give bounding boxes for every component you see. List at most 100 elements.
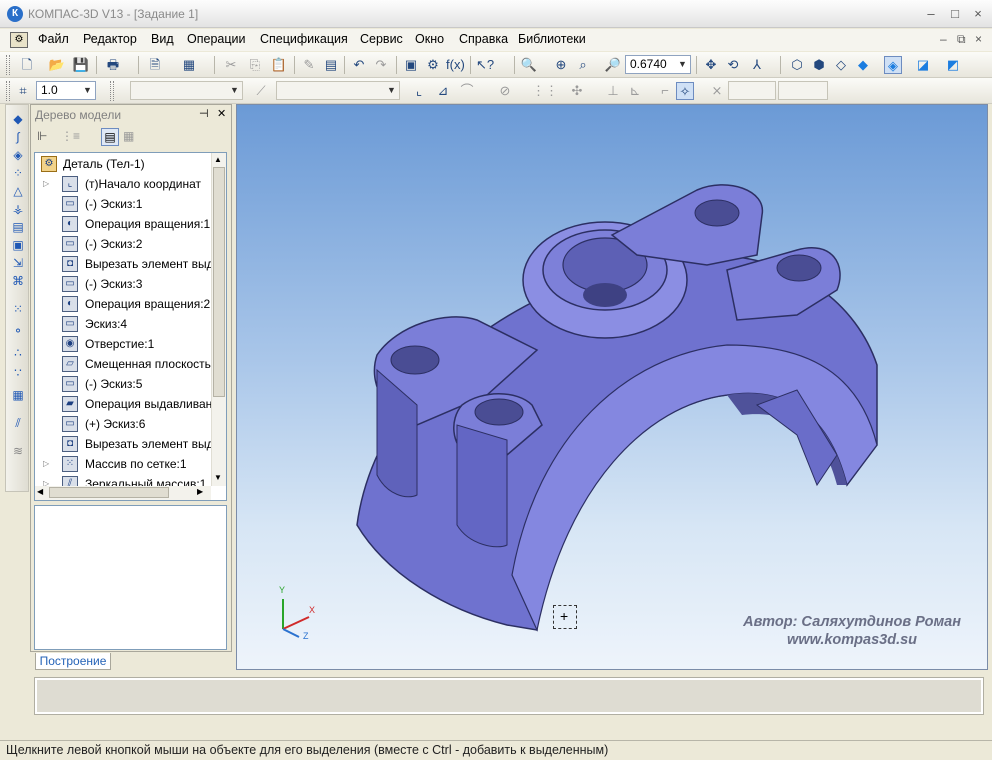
- style-icon[interactable]: ⟋: [252, 82, 270, 100]
- grid-icon[interactable]: ⋮⋮: [532, 82, 558, 100]
- tree-sort-icon[interactable]: ⋮≡: [61, 129, 80, 143]
- tree-item[interactable]: ▷ ⁙ Массив по сетке:1: [35, 454, 215, 474]
- shaded-edges-icon[interactable]: ◈: [884, 56, 902, 74]
- reports-icon[interactable]: ⇲: [9, 255, 27, 271]
- arrays-icon[interactable]: ⁘: [9, 165, 27, 181]
- sheet-metal-icon[interactable]: ⌘: [9, 273, 27, 289]
- snap-icon[interactable]: ⊿: [434, 82, 452, 100]
- ortho-icon[interactable]: ⊥: [604, 82, 622, 100]
- style-combo[interactable]: ▼: [276, 81, 400, 100]
- tree-item[interactable]: ▭ (-) Эскиз:5: [35, 374, 215, 394]
- mirror-icon[interactable]: ⫽: [9, 415, 27, 431]
- tree-item[interactable]: ▭ (+) Эскиз:6: [35, 414, 215, 434]
- close-panel-icon[interactable]: ✕: [217, 107, 226, 120]
- coord-x-field[interactable]: [728, 81, 776, 100]
- tree-item[interactable]: ◐ Операция вращения:2: [35, 294, 215, 314]
- new-file-icon[interactable]: 🗋: [18, 56, 36, 74]
- paste-icon[interactable]: 📋: [270, 56, 288, 74]
- undo-icon[interactable]: ↶: [350, 56, 368, 74]
- tree-view-icon[interactable]: ▤: [101, 128, 119, 146]
- document-icon[interactable]: ⚙: [10, 32, 28, 48]
- copy-icon[interactable]: ⎘: [246, 56, 264, 74]
- minimize-button[interactable]: –: [920, 4, 942, 24]
- filters-icon[interactable]: ▤: [9, 219, 27, 235]
- print-icon[interactable]: 🖶: [104, 56, 122, 74]
- snap-grid-icon[interactable]: ✣: [568, 82, 586, 100]
- surfaces-icon[interactable]: ◈: [9, 147, 27, 163]
- zoom-fit-icon[interactable]: ⌕: [574, 56, 592, 74]
- tree-root[interactable]: ⚙ Деталь (Тел-1): [35, 154, 215, 174]
- model-3d[interactable]: [237, 105, 988, 670]
- preview-icon[interactable]: 🗎: [146, 56, 164, 74]
- menu-help[interactable]: Справка: [459, 32, 508, 46]
- orient-icon[interactable]: ⅄: [748, 56, 766, 74]
- tab-build[interactable]: Построение: [35, 653, 111, 670]
- coord-y-field[interactable]: [778, 81, 828, 100]
- tree-item[interactable]: ▰ Операция выдавливания: [35, 394, 215, 414]
- pan-icon[interactable]: ✥: [702, 56, 720, 74]
- close-button[interactable]: ×: [967, 4, 989, 24]
- tree-horizontal-scrollbar[interactable]: ◀ ▶: [35, 486, 211, 500]
- doc-minimize-button[interactable]: –: [940, 32, 947, 46]
- menu-libraries[interactable]: Библиотеки: [518, 32, 586, 46]
- thin-lines-icon[interactable]: ◇: [832, 56, 850, 74]
- zoom-in-icon[interactable]: ⊕: [552, 56, 570, 74]
- maximize-button[interactable]: □: [944, 4, 966, 24]
- zoom-scale-icon[interactable]: 🔎: [604, 56, 622, 74]
- model-viewport[interactable]: Y X Z Автор: Саляхутдинов Роман www.komp…: [236, 104, 988, 670]
- tangent-icon[interactable]: ⌒: [458, 82, 476, 100]
- tree-vertical-scrollbar[interactable]: ▲ ▼: [211, 153, 226, 486]
- redo-icon[interactable]: ↷: [372, 56, 390, 74]
- format-brush-icon[interactable]: ✎: [300, 56, 318, 74]
- tree-item[interactable]: ◉ Отверстие:1: [35, 334, 215, 354]
- library-manager-icon[interactable]: ▣: [402, 56, 420, 74]
- hscroll-thumb[interactable]: [49, 487, 169, 498]
- help-cursor-icon[interactable]: ↖?: [476, 56, 494, 74]
- properties-icon[interactable]: ▤: [322, 56, 340, 74]
- step-cursor-icon[interactable]: ⌗: [14, 82, 32, 100]
- tree-list-icon[interactable]: ▦: [123, 129, 134, 143]
- open-folder-icon[interactable]: 📂: [48, 56, 66, 74]
- snap-active-icon[interactable]: ✧: [676, 82, 694, 100]
- cut-icon[interactable]: ✂: [222, 56, 240, 74]
- specification-icon[interactable]: ▣: [9, 237, 27, 253]
- scroll-up-icon[interactable]: ▲: [214, 155, 222, 164]
- chevron-down-icon[interactable]: ▼: [675, 56, 690, 73]
- tree-item[interactable]: ▭ Эскиз:4: [35, 314, 215, 334]
- shaded-icon[interactable]: ◆: [854, 56, 872, 74]
- expand-icon[interactable]: ▷: [43, 454, 49, 474]
- chevron-down-icon[interactable]: ▼: [80, 82, 95, 99]
- menu-edit[interactable]: Редактор: [83, 32, 137, 46]
- measurements-icon[interactable]: ⚶: [9, 201, 27, 217]
- tree-item[interactable]: ◐ Операция вращения:1: [35, 214, 215, 234]
- doc-close-button[interactable]: ×: [975, 32, 982, 46]
- snaps-off-icon[interactable]: ⨯: [708, 82, 726, 100]
- zoom-window-icon[interactable]: 🔍: [520, 56, 538, 74]
- stack-icon[interactable]: ≋: [9, 443, 27, 459]
- grid-array-icon[interactable]: ⁙: [9, 301, 27, 317]
- tree-item[interactable]: ▭ (-) Эскиз:3: [35, 274, 215, 294]
- section-icon[interactable]: ◩: [944, 56, 962, 74]
- wireframe-icon[interactable]: ⬡: [788, 56, 806, 74]
- local-cs-icon[interactable]: ⊾: [626, 82, 644, 100]
- menu-service[interactable]: Сервис: [360, 32, 403, 46]
- menu-window[interactable]: Окно: [415, 32, 444, 46]
- menu-file[interactable]: Файл: [38, 32, 69, 46]
- perspective-icon[interactable]: ◪: [914, 56, 932, 74]
- layer-combo[interactable]: ▼: [130, 81, 243, 100]
- zoom-combo[interactable]: 0.6740 ▼: [625, 55, 691, 74]
- spatial-curves-icon[interactable]: ∫: [9, 129, 27, 145]
- curve-array-icon[interactable]: ∴: [9, 345, 27, 361]
- scroll-down-icon[interactable]: ▼: [214, 473, 222, 482]
- tree-item[interactable]: ◘ Вырезать элемент выдавливания: [35, 254, 215, 274]
- scroll-thumb[interactable]: [213, 167, 225, 397]
- circle-array-icon[interactable]: ⚬: [9, 323, 27, 339]
- menu-operations[interactable]: Операции: [187, 32, 245, 46]
- coordinate-system-icon[interactable]: ⌞: [410, 82, 428, 100]
- orient-plane-icon[interactable]: ⊘: [496, 82, 514, 100]
- tree-item[interactable]: ▱ Смещенная плоскость: [35, 354, 215, 374]
- toolbar-grip[interactable]: [6, 55, 10, 75]
- scroll-left-icon[interactable]: ◀: [37, 487, 43, 496]
- point-array-icon[interactable]: ∵: [9, 365, 27, 381]
- edit-details-icon[interactable]: ◆: [9, 111, 27, 127]
